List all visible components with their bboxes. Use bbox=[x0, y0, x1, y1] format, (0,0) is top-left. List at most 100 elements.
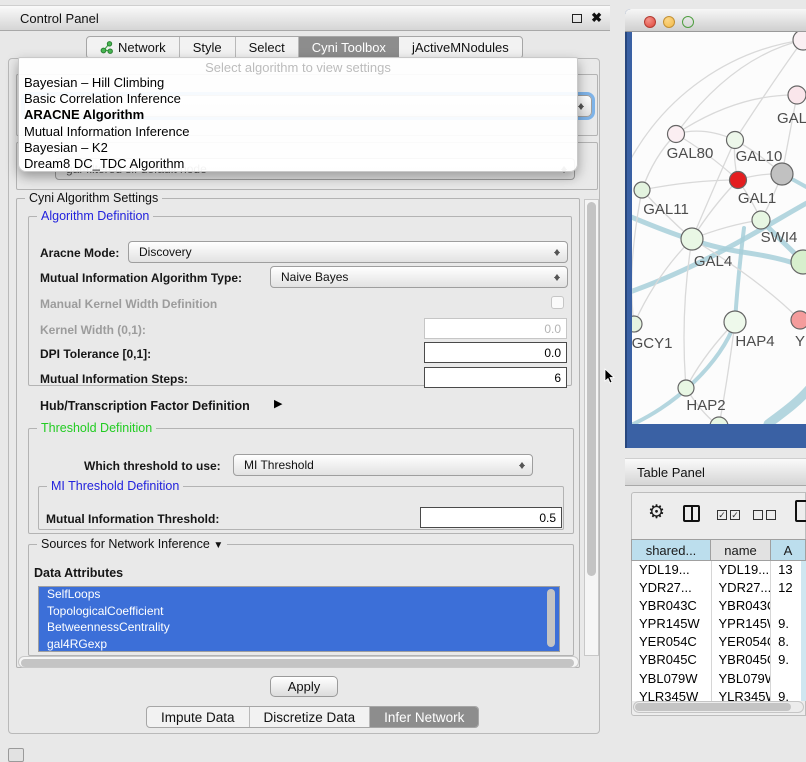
dropdown-item[interactable]: Basic Correlation Inference bbox=[19, 91, 577, 107]
kernel-width-field[interactable]: 0.0 bbox=[424, 318, 567, 339]
tab-network[interactable]: Network bbox=[87, 37, 180, 58]
network-node-gal80[interactable] bbox=[668, 126, 685, 143]
collapse-arrow-down-icon[interactable]: ▼ bbox=[213, 540, 223, 551]
network-node-gal1[interactable] bbox=[730, 172, 747, 189]
data-attributes-list[interactable]: SelfLoopsTopologicalCoefficientBetweenne… bbox=[38, 586, 560, 652]
network-node-swi4[interactable] bbox=[752, 211, 770, 229]
column-header[interactable]: name bbox=[711, 539, 771, 561]
network-edge bbox=[684, 239, 692, 388]
threshold-definition-title: Threshold Definition bbox=[37, 421, 156, 435]
network-view-window[interactable]: GALGAL80GAL10GAL1GAL11SWI4GAL4GCY1HAP4YH… bbox=[625, 9, 806, 448]
float-window-icon[interactable] bbox=[572, 14, 582, 23]
unchecked-checkbox-icon[interactable] bbox=[766, 510, 776, 520]
table-cell: YBL079W bbox=[632, 670, 712, 688]
checked-checkbox-icon[interactable]: ✓ bbox=[730, 510, 740, 520]
dropdown-item[interactable]: Mutual Information Inference bbox=[19, 124, 577, 140]
close-panel-icon[interactable]: ✖ bbox=[591, 10, 602, 26]
which-threshold-combobox[interactable]: MI Threshold bbox=[233, 454, 533, 476]
table-row[interactable]: YBR045CYBR045C9. bbox=[632, 651, 806, 669]
mi-steps-field[interactable]: 6 bbox=[424, 367, 567, 388]
gear-icon[interactable]: ⚙ bbox=[648, 501, 665, 524]
table-right-column-sliver bbox=[801, 561, 806, 701]
table-row[interactable]: YDL19...YDL19...13 bbox=[632, 561, 806, 579]
minimize-traffic-light[interactable] bbox=[663, 16, 675, 28]
network-node-hap2[interactable] bbox=[678, 380, 694, 396]
network-window-titlebar[interactable] bbox=[625, 9, 806, 32]
unchecked-checkbox-icon[interactable] bbox=[753, 510, 763, 520]
dropdown-item-list: Bayesian – Hill ClimbingBasic Correlatio… bbox=[19, 75, 577, 172]
file-icon[interactable] bbox=[795, 500, 806, 522]
table-row[interactable]: YBR043CYBR043C bbox=[632, 597, 806, 615]
network-edge bbox=[632, 190, 642, 324]
zoom-traffic-light[interactable] bbox=[682, 16, 694, 28]
network-node[interactable] bbox=[793, 32, 806, 50]
mi-type-value: Naive Bayes bbox=[281, 270, 348, 284]
table-row[interactable]: YER054CYER054C8. bbox=[632, 633, 806, 651]
table-row[interactable]: YBL079WYBL079W bbox=[632, 670, 806, 688]
attribute-item-selected[interactable]: gal4RGexp bbox=[39, 637, 559, 653]
column-header[interactable]: shared... bbox=[631, 539, 711, 561]
dropdown-item[interactable]: Bayesian – K2 bbox=[19, 140, 577, 156]
tab-impute-data[interactable]: Impute Data bbox=[147, 707, 250, 727]
control-panel-title: Control Panel bbox=[20, 11, 99, 26]
network-node[interactable] bbox=[710, 417, 728, 424]
attributes-scrollbar[interactable] bbox=[546, 588, 557, 650]
settings-vertical-scrollbar[interactable] bbox=[584, 199, 599, 656]
table-horizontal-scrollbar[interactable] bbox=[633, 701, 804, 713]
tab-infer-network[interactable]: Infer Network bbox=[370, 707, 478, 727]
dropdown-item[interactable]: ARACNE Algorithm bbox=[19, 107, 577, 123]
dropdown-item[interactable]: Dream8 DC_TDC Algorithm bbox=[19, 156, 577, 172]
dpi-tolerance-field[interactable]: 0.0 bbox=[424, 342, 567, 363]
tab-style[interactable]: Style bbox=[180, 37, 236, 58]
close-traffic-light[interactable] bbox=[644, 16, 656, 28]
network-node-hap4[interactable] bbox=[724, 311, 746, 333]
mi-type-combobox[interactable]: Naive Bayes bbox=[270, 266, 568, 288]
aracne-mode-value: Discovery bbox=[139, 245, 192, 259]
apply-button[interactable]: Apply bbox=[270, 676, 338, 697]
manual-kernel-label: Manual Kernel Width Definition bbox=[40, 297, 217, 311]
collapse-arrow-right-icon[interactable]: ▶ bbox=[274, 397, 282, 410]
tab-discretize-data[interactable]: Discretize Data bbox=[250, 707, 371, 727]
algorithm-definition-title: Algorithm Definition bbox=[37, 209, 153, 223]
table-cell: YLR345W bbox=[632, 688, 712, 701]
network-node-gal10[interactable] bbox=[727, 132, 744, 149]
table-rows: YDL19...YDL19...13YDR27...YDR27...12YBR0… bbox=[631, 561, 806, 701]
network-edge-highlighted bbox=[768, 388, 806, 424]
network-node-gal[interactable] bbox=[788, 86, 806, 104]
combo-arrows-icon bbox=[517, 457, 528, 473]
dropdown-item[interactable]: Bayesian – Hill Climbing bbox=[19, 75, 577, 91]
combo-arrows-icon bbox=[552, 244, 563, 260]
checked-checkbox-icon[interactable]: ✓ bbox=[717, 510, 727, 520]
manual-kernel-checkbox[interactable] bbox=[551, 296, 564, 309]
dock-panel-icon[interactable] bbox=[8, 748, 24, 762]
column-header[interactable]: A bbox=[771, 539, 806, 561]
network-node-gal11[interactable] bbox=[634, 182, 650, 198]
table-row[interactable]: YLR345WYLR345W9. bbox=[632, 688, 806, 701]
column-layout-icon[interactable] bbox=[683, 505, 700, 522]
network-canvas[interactable]: GALGAL80GAL10GAL1GAL11SWI4GAL4GCY1HAP4YH… bbox=[632, 32, 806, 424]
table-cell: YBR043C bbox=[712, 597, 772, 615]
control-panel-tabbar: NetworkStyle Select Cyni ToolboxjActiveMNo… bbox=[86, 36, 523, 59]
network-node-gcy1[interactable] bbox=[632, 316, 642, 332]
tab-select[interactable]: Select bbox=[236, 37, 299, 58]
table-cell: YDR27... bbox=[712, 579, 772, 597]
mi-threshold-field[interactable]: 0.5 bbox=[420, 507, 562, 528]
aracne-mode-combobox[interactable]: Discovery bbox=[128, 241, 568, 263]
attribute-item-selected[interactable]: TopologicalCoefficient bbox=[39, 604, 559, 621]
tab-cyni-toolbox[interactable]: Cyni Toolbox bbox=[299, 37, 399, 58]
network-node[interactable] bbox=[771, 163, 793, 185]
network-node-gal4[interactable] bbox=[681, 228, 703, 250]
network-node-label: GAL4 bbox=[694, 253, 732, 270]
tab-jactivemnodules[interactable]: jActiveMNodules bbox=[399, 37, 522, 58]
table-row[interactable]: YDR27...YDR27...12 bbox=[632, 579, 806, 597]
network-edge bbox=[782, 95, 797, 174]
settings-horizontal-scrollbar[interactable] bbox=[18, 656, 579, 668]
which-threshold-value: MI Threshold bbox=[244, 458, 314, 472]
attribute-item-selected[interactable]: BetweennessCentrality bbox=[39, 620, 559, 637]
tab-label: Select bbox=[249, 40, 285, 55]
hub-section-label[interactable]: Hub/Transcription Factor Definition bbox=[40, 399, 250, 413]
table-row[interactable]: YPR145WYPR145W9. bbox=[632, 615, 806, 633]
combo-arrows-icon bbox=[552, 269, 563, 285]
attribute-item-selected[interactable]: SelfLoops bbox=[39, 587, 559, 604]
network-node-y[interactable] bbox=[791, 311, 806, 329]
